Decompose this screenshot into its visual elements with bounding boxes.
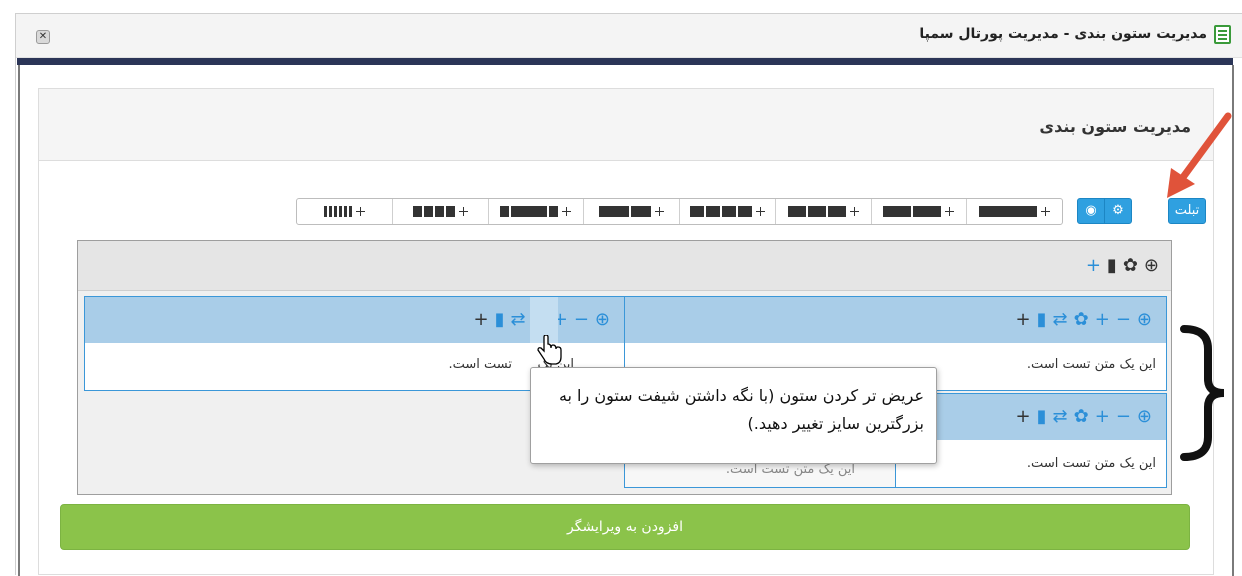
plus-icon: [655, 206, 665, 217]
layout-button-4-4-4[interactable]: [679, 199, 775, 224]
column-tool-icons: +▮⇄✿+−⊕: [1016, 406, 1158, 427]
move-icon[interactable]: ⊕: [595, 309, 616, 330]
column-toolbar: +▮⇄✿+−⊕: [625, 297, 1166, 343]
add-row-icon[interactable]: +: [474, 309, 495, 330]
tooltip-text: عریض تر کردن ستون (با نگه داشتن شیفت ستو…: [558, 386, 924, 433]
tooltip: عریض تر کردن ستون (با نگه داشتن شیفت ستو…: [530, 367, 937, 464]
swap-icon[interactable]: ⇄: [511, 309, 532, 330]
frame-border-left: [18, 65, 20, 576]
layout-button-6-6[interactable]: [870, 199, 967, 224]
column-content: این یک متن تست است.: [1026, 456, 1156, 471]
plus-icon: [562, 206, 572, 217]
close-button[interactable]: ✕: [36, 30, 50, 44]
add-column-icon[interactable]: +: [1086, 255, 1107, 276]
trash-icon[interactable]: ▮: [1037, 309, 1053, 330]
column-content: تست است.: [448, 357, 512, 372]
row-layout-button-group: [296, 198, 1063, 225]
narrow-icon[interactable]: −: [574, 309, 595, 330]
gear-icon[interactable]: ✿: [1123, 255, 1144, 276]
panel-heading: مدیریت ستون بندی: [39, 89, 1213, 161]
layout-button-2-2-2-2-2-2[interactable]: [297, 199, 392, 224]
narrow-icon[interactable]: −: [1116, 406, 1137, 427]
window-title: مدیریت ستون بندی - مدیریت پورتال سمپا: [919, 26, 1207, 42]
form-icon: [1214, 25, 1231, 44]
window-titlebar: ✕ مدیریت ستون بندی - مدیریت پورتال سمپا: [16, 14, 1242, 58]
layout-button-3-6-3[interactable]: [487, 199, 584, 224]
widen-icon[interactable]: +: [1095, 406, 1116, 427]
move-icon[interactable]: ⊕: [1144, 255, 1165, 276]
column-content: این یک متن تست است.: [1026, 357, 1156, 372]
layout-button-4-4-4-b[interactable]: [583, 199, 679, 224]
plus-icon: [1041, 206, 1051, 217]
swap-icon[interactable]: ⇄: [1053, 309, 1074, 330]
trash-icon[interactable]: ▮: [1037, 406, 1053, 427]
layout-button-12[interactable]: [966, 199, 1062, 224]
eye-icon: ◉: [1085, 203, 1097, 218]
gear-icon[interactable]: ✿: [1074, 406, 1095, 427]
settings-button[interactable]: ⚙: [1104, 198, 1132, 224]
column-content: این یک متن تست است.: [725, 462, 855, 477]
gear-icon: ⚙: [1112, 203, 1124, 218]
preview-button[interactable]: ◉: [1077, 198, 1105, 224]
layout-button-8-4[interactable]: [774, 199, 871, 224]
red-arrow-annotation: [1167, 112, 1232, 198]
curly-brace-annotation: [1180, 325, 1225, 461]
plus-icon: [458, 206, 468, 217]
add-row-icon[interactable]: +: [1016, 406, 1037, 427]
move-icon[interactable]: ⊕: [1137, 309, 1158, 330]
narrow-icon[interactable]: −: [1116, 309, 1137, 330]
navbar-strip: [17, 58, 1233, 65]
plus-icon: [945, 206, 955, 217]
row-tool-icons: +▮✿⊕: [1086, 255, 1165, 276]
swap-icon[interactable]: ⇄: [1053, 406, 1074, 427]
tablet-device-button[interactable]: تبلت: [1168, 198, 1206, 224]
add-to-editor-button[interactable]: افزودن به ویرایشگر: [60, 504, 1190, 550]
move-icon[interactable]: ⊕: [1137, 406, 1158, 427]
layout-button-3-3-3-3[interactable]: [391, 199, 488, 224]
widen-icon[interactable]: +: [1095, 309, 1116, 330]
add-row-icon[interactable]: +: [1016, 309, 1037, 330]
plus-icon: [755, 206, 765, 217]
plus-icon: [355, 206, 365, 217]
hand-cursor-icon: [537, 335, 562, 365]
trash-icon[interactable]: ▮: [495, 309, 511, 330]
gear-icon[interactable]: ✿: [1074, 309, 1095, 330]
column-tool-icons: +▮⇄✿+−⊕: [1016, 309, 1158, 330]
plus-icon: [849, 206, 859, 217]
row-toolbar: +▮✿⊕: [78, 241, 1171, 291]
trash-icon[interactable]: ▮: [1107, 255, 1123, 276]
